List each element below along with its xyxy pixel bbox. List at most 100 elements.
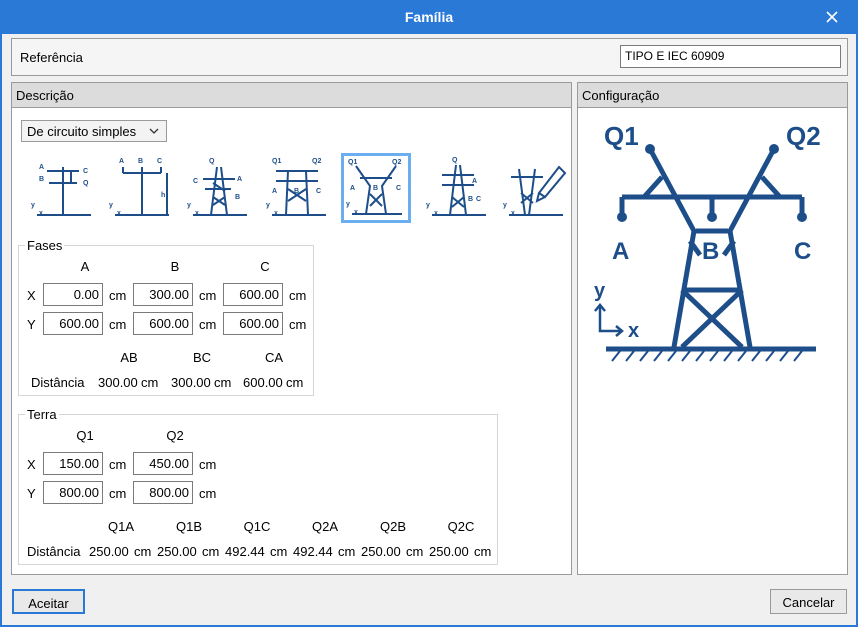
tower-type-5-icon: Q1 Q2 A B C y x — [346, 159, 402, 216]
config-label-q1: Q1 — [604, 121, 639, 151]
unit-label: cm — [199, 486, 217, 501]
t3-label-c: C — [193, 178, 198, 185]
dist-col-q1c: Q1C — [243, 519, 271, 534]
config-label-b: B — [702, 238, 719, 265]
tower-type-list: A B C Q y x A B C h y x Q C A B y x Q1 Q… — [21, 153, 567, 227]
unit-label: cm — [202, 544, 220, 559]
fases-x-c-input[interactable]: 600.00 — [223, 283, 283, 306]
terra-row-y-label: Y — [27, 486, 36, 501]
custom-label-x: x — [511, 210, 515, 217]
t3-label-b: B — [235, 194, 240, 201]
fases-row-x-label: X — [27, 288, 36, 303]
terra-y-q1-input[interactable]: 800.00 — [43, 481, 103, 504]
tower-type-4-icon: Q1 Q2 A B C y x — [266, 158, 326, 217]
terra-row-x-label: X — [27, 457, 36, 472]
config-label-q2: Q2 — [786, 121, 821, 151]
fases-col-a: A — [80, 259, 90, 274]
terra-x-q1-input[interactable]: 150.00 — [43, 452, 103, 475]
tower-type-3-button[interactable]: Q C A B y x — [183, 153, 253, 223]
configuration-panel: Configuração Q1 Q2 A B C y x — [577, 82, 848, 575]
unit-label: cm — [141, 375, 159, 390]
terra-y-q2-input[interactable]: 800.00 — [133, 481, 193, 504]
t3-label-x: x — [195, 210, 199, 217]
t4-label-q1: Q1 — [272, 158, 281, 165]
t2-label-h: h — [161, 192, 165, 199]
t3-label-a: A — [237, 176, 242, 183]
dist-col-q2c: Q2C — [447, 519, 475, 534]
dist-bc-value: 300.00 — [171, 375, 211, 390]
unit-label: cm — [199, 288, 217, 303]
title-bar: Família — [0, 0, 858, 34]
dialog-window: Família Referência TIPO E IEC 60909 Desc… — [0, 0, 858, 627]
t4-label-c: C — [316, 188, 321, 195]
tower-type-3-icon: Q C A B y x — [187, 158, 247, 217]
circuit-type-select[interactable]: De circuito simples — [21, 120, 167, 142]
custom-label-y: y — [503, 202, 507, 209]
unit-label: cm — [109, 317, 127, 332]
accept-button[interactable]: Aceitar — [12, 589, 85, 614]
t5-label-y: y — [346, 201, 350, 208]
t1-label-x: x — [39, 210, 43, 217]
unit-label: cm — [289, 288, 307, 303]
cancel-button[interactable]: Cancelar — [770, 589, 847, 614]
t1-label-q: Q — [83, 180, 89, 187]
config-label-x: x — [628, 320, 639, 342]
dist-col-q2a: Q2A — [311, 519, 338, 534]
close-icon[interactable] — [822, 7, 842, 27]
dist-q2b-value: 250.00 — [361, 544, 401, 559]
t3-label-y: y — [187, 202, 191, 209]
t2-label-a: A — [119, 158, 124, 165]
t4-label-b: B — [294, 188, 299, 195]
tower-type-4-button[interactable]: Q1 Q2 A B C y x — [262, 153, 332, 223]
fases-legend: Fases — [27, 238, 63, 253]
unit-label: cm — [109, 457, 127, 472]
t6-label-x: x — [434, 210, 438, 217]
t6-label-q: Q — [452, 157, 458, 164]
description-panel: Descrição De circuito simples A B C Q y … — [11, 82, 572, 575]
pencil-icon: y x — [503, 165, 567, 217]
tower-type-5-button[interactable]: Q1 Q2 A B C y x — [341, 153, 411, 223]
t4-label-a: A — [272, 188, 277, 195]
fases-y-b-input[interactable]: 600.00 — [133, 312, 193, 335]
dist-q1a-value: 250.00 — [89, 544, 129, 559]
dist-ca-value: 600.00 — [243, 375, 283, 390]
fases-x-a-input[interactable]: 0.00 — [43, 283, 103, 306]
fases-x-b-input[interactable]: 300.00 — [133, 283, 193, 306]
unit-label: cm — [134, 544, 152, 559]
reference-input[interactable]: TIPO E IEC 60909 — [620, 45, 841, 68]
tower-type-1-icon: A B C Q y x — [31, 164, 91, 217]
tower-type-6-icon: Q A B C y x — [426, 157, 486, 217]
dist-ab-value: 300.00 — [98, 375, 138, 390]
reference-panel: Referência TIPO E IEC 60909 — [11, 38, 848, 76]
unit-label: cm — [214, 375, 232, 390]
circuit-type-value: De circuito simples — [27, 124, 137, 139]
dist-q1b-value: 250.00 — [157, 544, 197, 559]
t4-label-q2: Q2 — [312, 158, 321, 165]
fases-y-c-input[interactable]: 600.00 — [223, 312, 283, 335]
config-label-y: y — [594, 280, 606, 302]
t1-label-a: A — [39, 164, 44, 171]
t2-label-c: C — [157, 158, 162, 165]
tower-type-1-button[interactable]: A B C Q y x — [27, 153, 97, 223]
dist-col-q1b: Q1B — [175, 519, 202, 534]
terra-x-q2-input[interactable]: 450.00 — [133, 452, 193, 475]
unit-label: cm — [286, 375, 304, 390]
terra-col-q1: Q1 — [76, 428, 94, 443]
terra-col-q2: Q2 — [166, 428, 184, 443]
tower-configuration-diagram: Q1 Q2 A B C y x — [584, 115, 840, 373]
tower-type-2-button[interactable]: A B C h y x — [105, 153, 175, 223]
t6-label-a: A — [472, 178, 477, 185]
t5-label-c: C — [396, 185, 401, 192]
t5-label-q2: Q2 — [392, 159, 401, 166]
fases-y-a-input[interactable]: 600.00 — [43, 312, 103, 335]
terra-group: Terra Q1 Q2 X 150.00 cm 450.00 cm Y 800.… — [18, 407, 498, 565]
dist-col-q2b: Q2B — [379, 519, 406, 534]
t6-label-b: B — [468, 196, 473, 203]
fases-col-b: B — [170, 259, 180, 274]
fases-col-c: C — [260, 259, 270, 274]
t3-label-q: Q — [209, 158, 215, 165]
tower-type-custom-button[interactable]: y x — [499, 153, 569, 223]
description-title: Descrição — [12, 83, 571, 108]
tower-type-6-button[interactable]: Q A B C y x — [422, 153, 492, 223]
t1-label-y: y — [31, 202, 35, 209]
